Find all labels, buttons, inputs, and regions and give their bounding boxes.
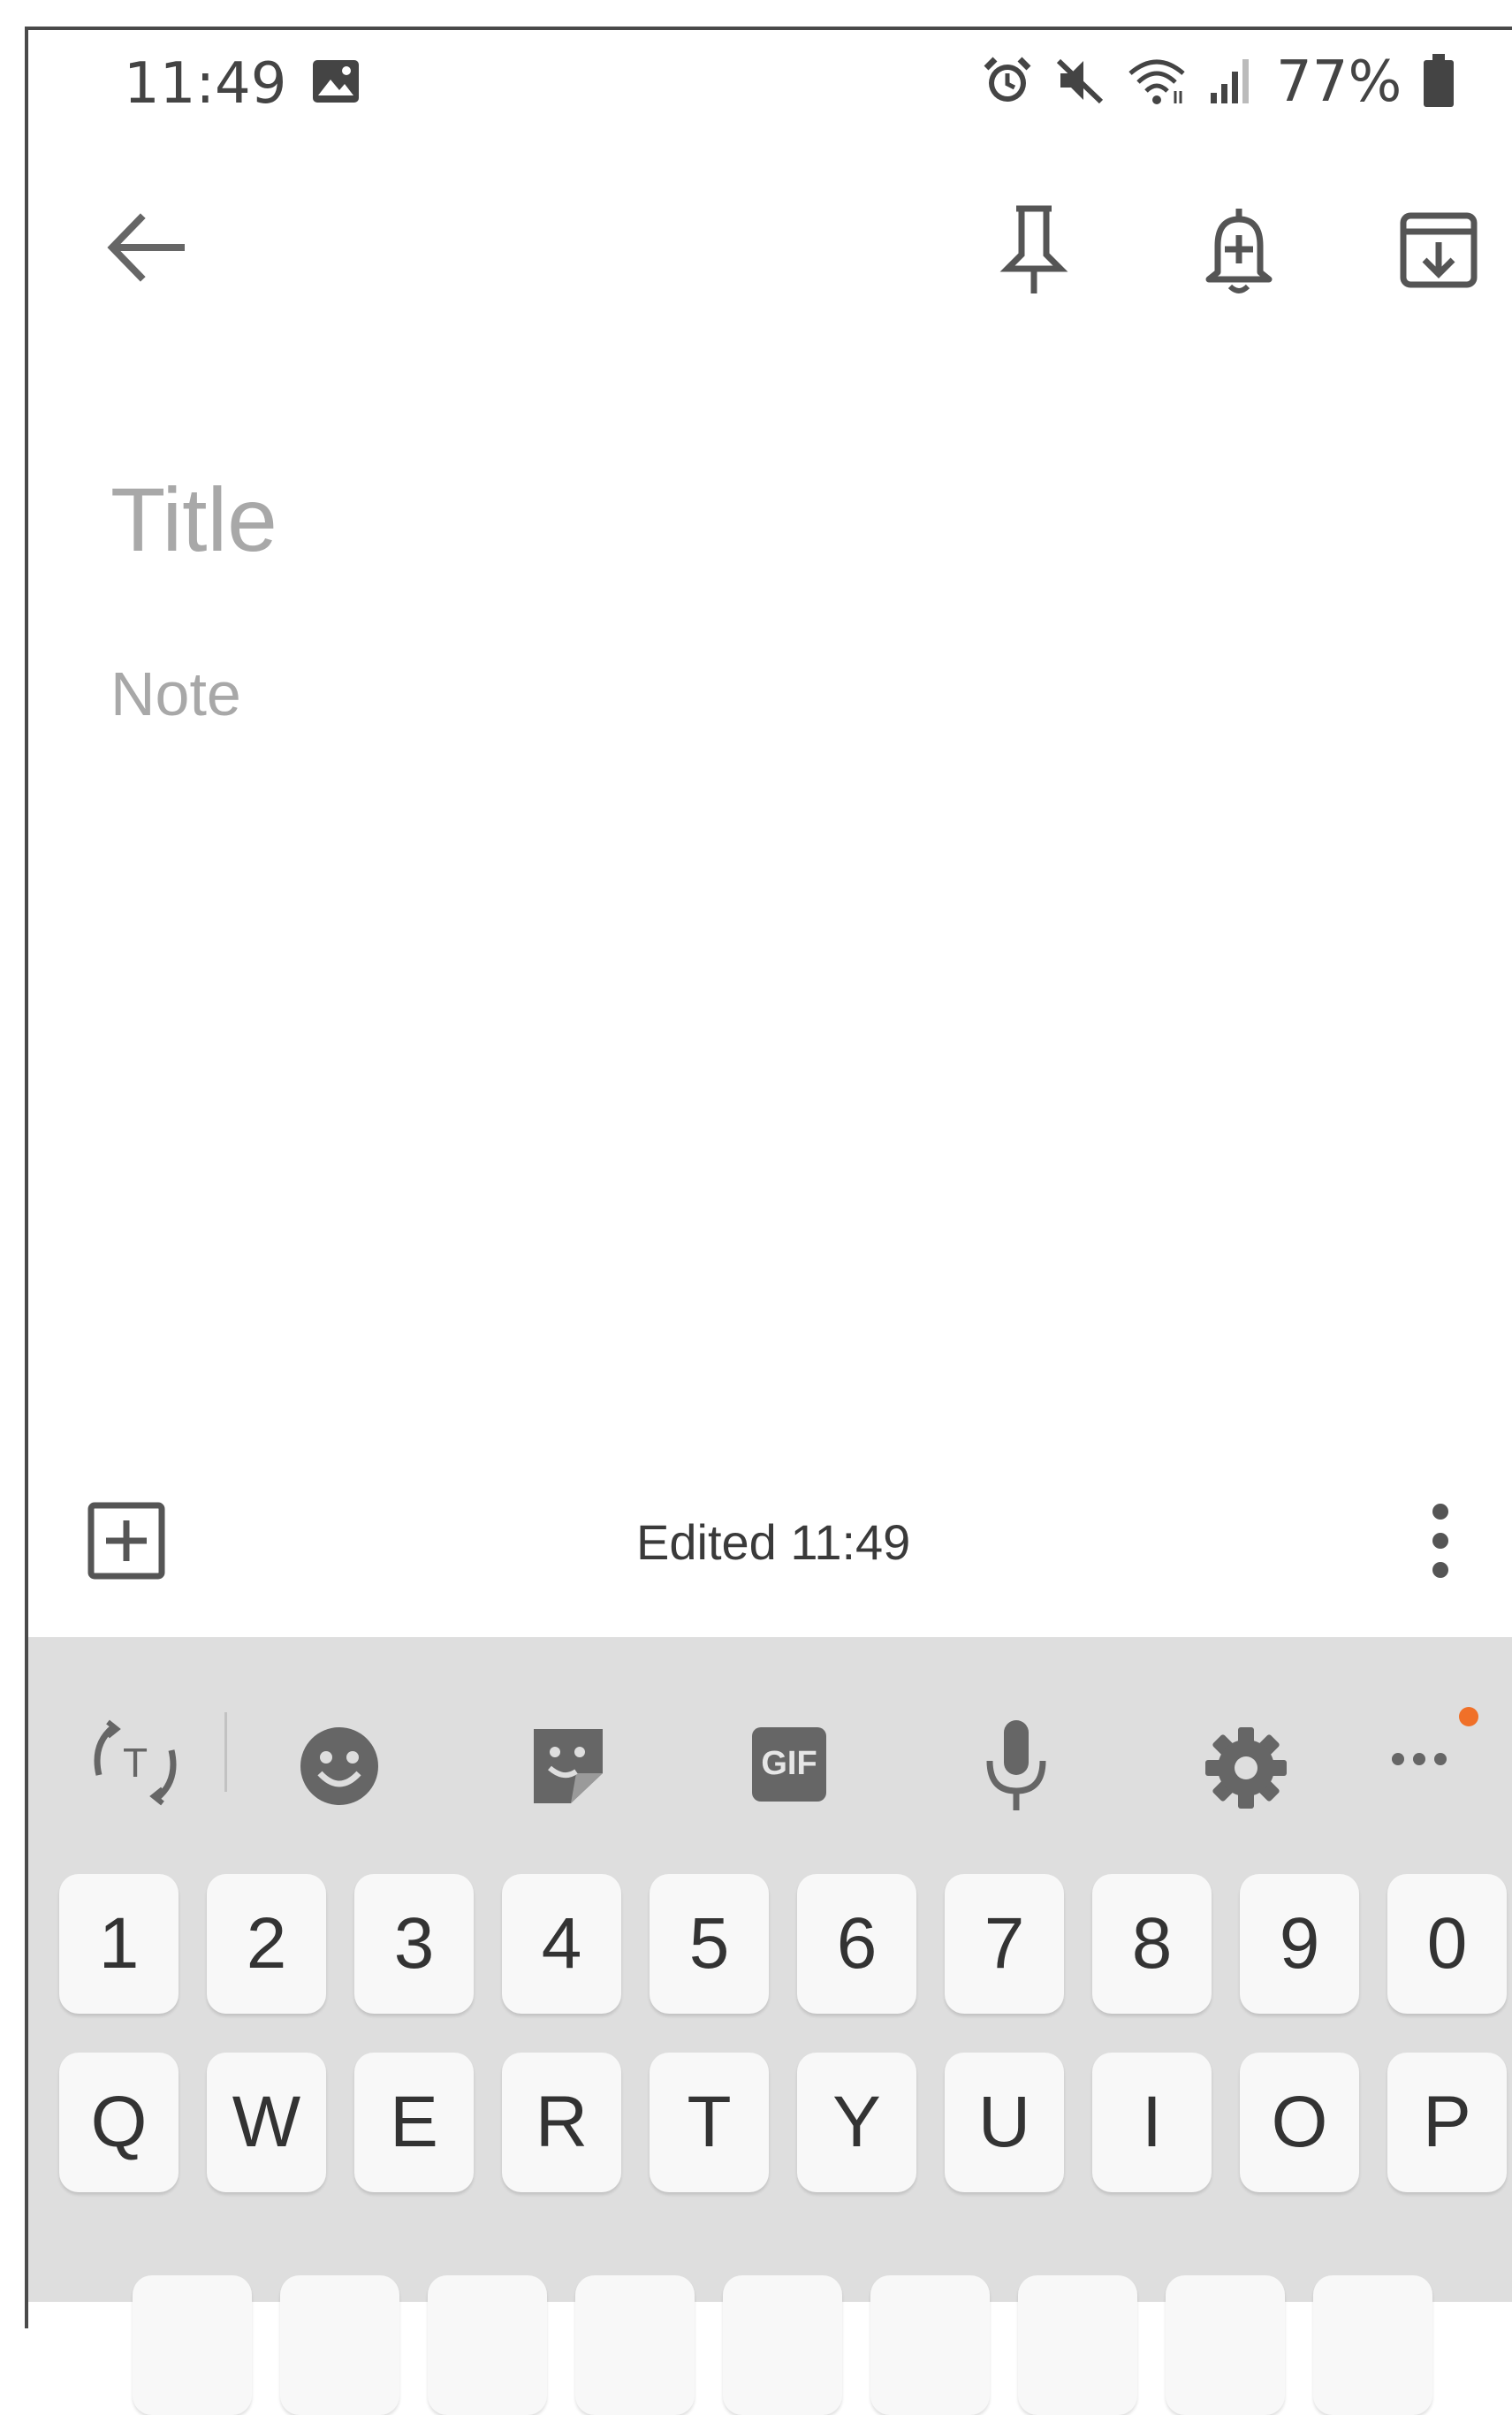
image-icon: [311, 58, 361, 104]
key-0[interactable]: 0: [1387, 1874, 1507, 2014]
key-row3-8[interactable]: [1166, 2275, 1285, 2415]
mic-icon[interactable]: [983, 1717, 1050, 1814]
gif-icon[interactable]: GIF: [750, 1726, 828, 1803]
sticker-icon[interactable]: [527, 1722, 610, 1809]
key-2[interactable]: 2: [207, 1874, 326, 2014]
key-p[interactable]: P: [1387, 2053, 1507, 2192]
key-5[interactable]: 5: [650, 1874, 769, 2014]
signal-icon: [1207, 54, 1257, 111]
settings-icon[interactable]: [1204, 1726, 1288, 1810]
key-u[interactable]: U: [945, 2053, 1064, 2192]
key-row3-5[interactable]: [723, 2275, 842, 2415]
back-arrow-icon[interactable]: [102, 208, 190, 287]
key-o[interactable]: O: [1240, 2053, 1359, 2192]
notification-dot: [1459, 1707, 1478, 1726]
key-7[interactable]: 7: [945, 1874, 1064, 2014]
key-q[interactable]: Q: [59, 2053, 179, 2192]
translate-icon[interactable]: T: [87, 1718, 184, 1807]
key-row3-6[interactable]: [870, 2275, 990, 2415]
key-r[interactable]: R: [502, 2053, 621, 2192]
key-1[interactable]: 1: [59, 1874, 179, 2014]
keyboard: T GIF 1 2 3 4 5 6 7 8 9 0 Q W E R T Y U …: [28, 1637, 1512, 2415]
key-8[interactable]: 8: [1092, 1874, 1212, 2014]
more-vert-icon[interactable]: [1423, 1501, 1458, 1581]
archive-icon[interactable]: [1398, 210, 1479, 290]
key-i[interactable]: I: [1092, 2053, 1212, 2192]
battery-percent: 77%: [1276, 50, 1402, 115]
add-reminder-icon[interactable]: [1202, 202, 1276, 295]
gif-label: GIF: [761, 1745, 817, 1782]
key-row3-9[interactable]: [1313, 2275, 1432, 2415]
key-3[interactable]: 3: [354, 1874, 474, 2014]
svg-text:T: T: [123, 1740, 148, 1786]
edited-timestamp: Edited 11:49: [636, 1514, 911, 1570]
key-row3-3[interactable]: [428, 2275, 547, 2415]
key-t[interactable]: T: [650, 2053, 769, 2192]
status-time: 11:49: [124, 51, 287, 117]
status-icons: 77%: [981, 50, 1456, 115]
toolbar-divider: [224, 1712, 227, 1792]
key-row3-4[interactable]: [575, 2275, 695, 2415]
keyboard-toolbar: T GIF: [28, 1637, 1512, 1832]
key-row3-1[interactable]: [133, 2275, 252, 2415]
battery-icon: [1421, 52, 1456, 113]
more-icon[interactable]: [1387, 1701, 1486, 1780]
mute-icon: [1053, 54, 1106, 111]
key-row3-7[interactable]: [1018, 2275, 1137, 2415]
key-e[interactable]: E: [354, 2053, 474, 2192]
add-box-icon[interactable]: [87, 1501, 166, 1581]
key-y[interactable]: Y: [797, 2053, 916, 2192]
title-field[interactable]: Title: [110, 469, 277, 572]
pin-icon[interactable]: [999, 202, 1069, 297]
key-row3-2[interactable]: [280, 2275, 399, 2415]
emoji-icon[interactable]: [299, 1726, 380, 1807]
key-4[interactable]: 4: [502, 1874, 621, 2014]
alarm-icon: [981, 54, 1034, 111]
key-6[interactable]: 6: [797, 1874, 916, 2014]
key-9[interactable]: 9: [1240, 1874, 1359, 2014]
wifi-icon: [1126, 54, 1188, 111]
note-field[interactable]: Note: [110, 659, 241, 729]
key-w[interactable]: W: [207, 2053, 326, 2192]
